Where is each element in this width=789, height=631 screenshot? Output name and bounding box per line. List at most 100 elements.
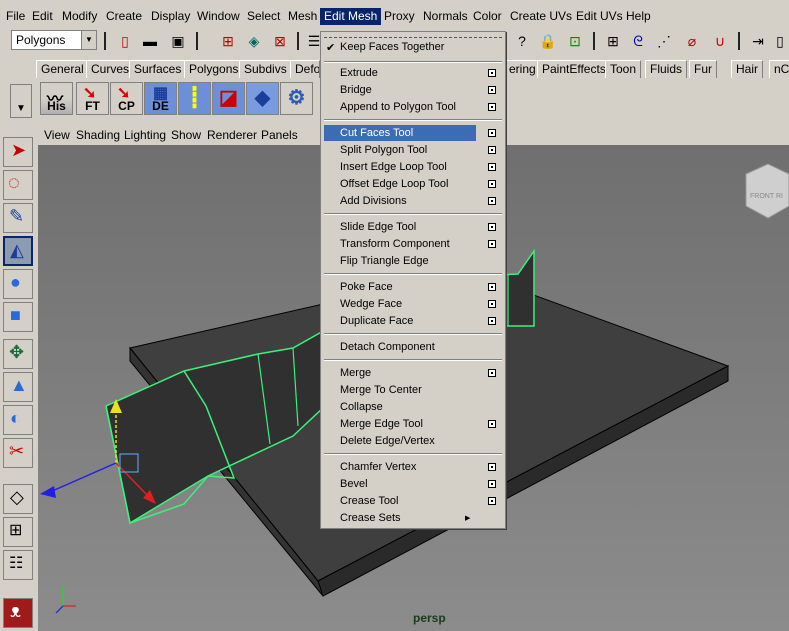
option-box-icon[interactable] [488, 283, 496, 291]
option-box-icon[interactable] [488, 86, 496, 94]
menu-file[interactable]: File [2, 8, 29, 25]
menu-item-flip-triangle-edge[interactable]: Flip Triangle Edge [324, 253, 476, 269]
menu-item-append-polygon[interactable]: Append to Polygon Tool [324, 99, 476, 115]
output-ops-icon[interactable]: ▯ [770, 32, 789, 50]
menu-create-uvs[interactable]: Create UVs [506, 8, 576, 25]
panel-menu-view[interactable]: View [44, 128, 70, 142]
option-box-icon[interactable] [488, 240, 496, 248]
shelf-tab-curves[interactable]: Curves [86, 60, 135, 78]
snap-point-icon[interactable]: ⋰ [654, 32, 674, 50]
menu-create[interactable]: Create [102, 8, 146, 25]
snap-view-icon[interactable]: ⌀ [682, 32, 702, 50]
panel-menu-panels[interactable]: Panels [261, 128, 298, 142]
lock-icon[interactable]: 🔒 [538, 32, 558, 50]
shelf-cut-icon[interactable]: ◪ [212, 82, 245, 115]
option-box-icon[interactable] [488, 223, 496, 231]
shelf-de-button[interactable]: ▦ DE [144, 82, 177, 115]
option-box-icon[interactable] [488, 103, 496, 111]
select-tool-button[interactable]: ➤ [3, 137, 33, 167]
menu-item-delete-edge-vertex[interactable]: Delete Edge/Vertex [324, 433, 476, 449]
snap-grid-icon[interactable]: ⊞ [603, 32, 623, 50]
layout-outliner-button[interactable]: ☷ [3, 550, 33, 580]
shelf-tab-subdivs[interactable]: Subdivs [239, 60, 292, 78]
paint-select-tool-button[interactable]: ✎ [3, 203, 33, 233]
menu-mesh[interactable]: Mesh [284, 8, 321, 25]
make-live-icon[interactable]: ∪ [710, 32, 730, 50]
help-icon[interactable]: ? [512, 32, 532, 50]
menu-set-select[interactable]: Polygons ▼ [11, 30, 97, 50]
menu-item-merge-to-center[interactable]: Merge To Center [324, 382, 476, 398]
shelf-options-button[interactable]: ▼ [10, 84, 32, 118]
menu-item-merge-edge-tool[interactable]: Merge Edge Tool [324, 416, 476, 432]
menu-item-crease-tool[interactable]: Crease Tool [324, 493, 476, 509]
menu-window[interactable]: Window [193, 8, 244, 25]
lasso-tool-button[interactable]: ◌ [3, 170, 33, 200]
option-box-icon[interactable] [488, 300, 496, 308]
menu-item-chamfer-vertex[interactable]: Chamfer Vertex [324, 459, 476, 475]
option-box-icon[interactable] [488, 420, 496, 428]
chevron-down-icon[interactable]: ▼ [81, 31, 96, 49]
option-box-icon[interactable] [488, 497, 496, 505]
menu-item-slide-edge[interactable]: Slide Edge Tool [324, 219, 476, 235]
menu-item-transform-component[interactable]: Transform Component [324, 236, 476, 252]
option-box-icon[interactable] [488, 317, 496, 325]
rotate-tool-button[interactable]: ● [3, 269, 33, 299]
shelf-extrude-icon[interactable]: ◆ [246, 82, 279, 115]
menu-proxy[interactable]: Proxy [380, 8, 419, 25]
menu-item-extrude[interactable]: Extrude [324, 65, 476, 81]
menu-display[interactable]: Display [147, 8, 194, 25]
menu-color[interactable]: Color [469, 8, 506, 25]
shelf-split-icon[interactable]: ┋ [178, 82, 211, 115]
select-by-type-icon[interactable]: ⊡ [565, 32, 585, 50]
universal-manip-button[interactable]: ✥ [3, 339, 33, 369]
save-scene-icon[interactable]: ▣ [168, 32, 188, 50]
menu-select[interactable]: Select [243, 8, 284, 25]
menu-item-insert-edge-loop[interactable]: Insert Edge Loop Tool [324, 159, 476, 175]
scale-tool-button[interactable]: ■ [3, 302, 33, 332]
panel-menu-lighting[interactable]: Lighting [124, 128, 166, 142]
menu-edit-uvs[interactable]: Edit UVs [572, 8, 627, 25]
option-box-icon[interactable] [488, 180, 496, 188]
shelf-tab-toon[interactable]: Toon [605, 60, 642, 78]
snap-curve-icon[interactable]: ᘓ [628, 32, 648, 50]
menu-item-crease-sets[interactable]: Crease Sets [324, 510, 476, 526]
shelf-cp-button[interactable]: ➘ CP [110, 82, 143, 115]
option-box-icon[interactable] [488, 463, 496, 471]
menu-item-bevel[interactable]: Bevel [324, 476, 476, 492]
menu-item-cut-faces[interactable]: Cut Faces Tool [324, 125, 476, 141]
select-hierarchy-icon[interactable]: ⊞ [218, 32, 238, 50]
option-box-icon[interactable] [488, 69, 496, 77]
move-tool-button[interactable]: ◭ [3, 236, 33, 266]
shelf-tab-general[interactable]: General [36, 60, 89, 78]
menu-item-detach-component[interactable]: Detach Component [324, 339, 476, 355]
view-cube[interactable] [745, 163, 789, 219]
menu-item-offset-edge-loop[interactable]: Offset Edge Loop Tool [324, 176, 476, 192]
new-scene-icon[interactable]: ▯ [115, 32, 135, 50]
option-box-icon[interactable] [488, 129, 496, 137]
shelf-sphere-icon[interactable]: ⚙ [280, 82, 313, 115]
show-manip-button[interactable]: ◐ [3, 405, 33, 435]
option-box-icon[interactable] [488, 163, 496, 171]
panel-menu-show[interactable]: Show [171, 128, 201, 142]
menu-edit[interactable]: Edit [28, 8, 57, 25]
shelf-tab-surfaces[interactable]: Surfaces [129, 60, 187, 78]
layout-four-button[interactable]: ⊞ [3, 517, 33, 547]
menu-item-duplicate-face[interactable]: Duplicate Face [324, 313, 476, 329]
menu-help[interactable]: Help [622, 8, 655, 25]
panel-menu-shading[interactable]: Shading [76, 128, 120, 142]
menu-item-split-polygon[interactable]: Split Polygon Tool [324, 142, 476, 158]
menu-item-keep-faces-together[interactable]: Keep Faces Together [324, 39, 476, 55]
shelf-tab-hair[interactable]: Hair [731, 60, 764, 78]
menu-modify[interactable]: Modify [58, 8, 101, 25]
shelf-tab-deformation[interactable]: Defor [290, 60, 320, 78]
menu-item-bridge[interactable]: Bridge [324, 82, 476, 98]
option-box-icon[interactable] [488, 480, 496, 488]
menu-edit-mesh[interactable]: Edit Mesh [320, 8, 382, 25]
layout-single-button[interactable]: ◇ [3, 484, 33, 514]
shelf-tab-fluids[interactable]: Fluids [645, 60, 688, 78]
menu-item-add-divisions[interactable]: Add Divisions [324, 193, 476, 209]
input-ops-icon[interactable]: ⇥ [748, 32, 768, 50]
soft-mod-button[interactable]: ▲ [3, 372, 33, 402]
menu-item-wedge-face[interactable]: Wedge Face [324, 296, 476, 312]
shelf-tab-fur[interactable]: Fur [689, 60, 717, 78]
